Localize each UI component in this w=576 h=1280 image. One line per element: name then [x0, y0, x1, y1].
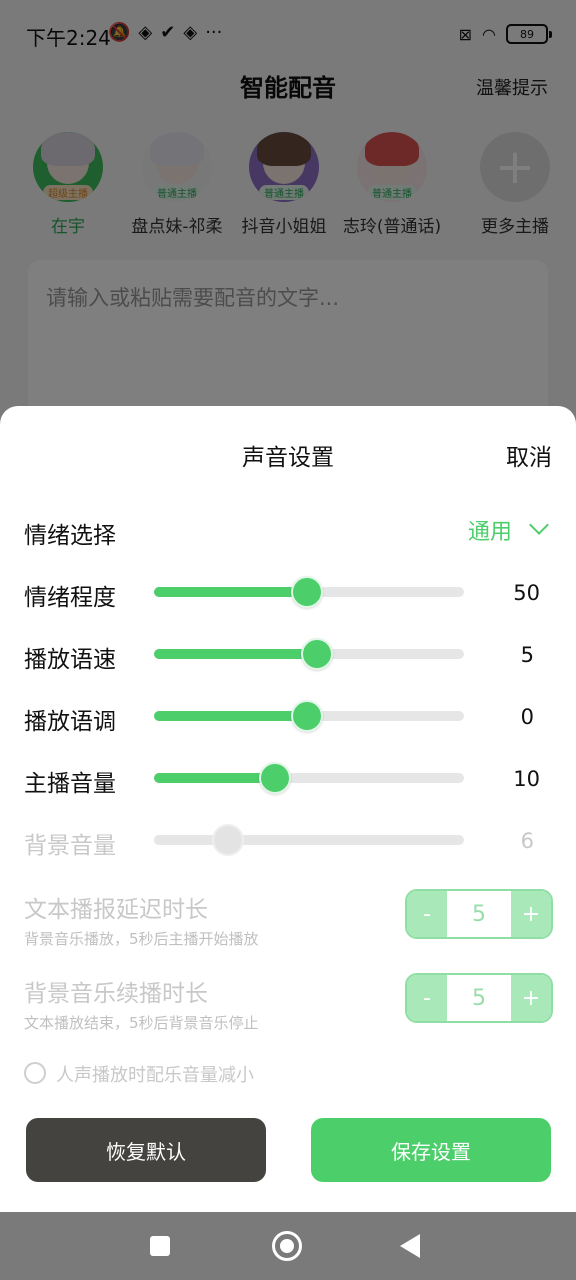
emotion-label: 情绪选择	[24, 523, 116, 549]
minus-button[interactable]: -	[407, 975, 447, 1021]
reset-default-button[interactable]: 恢复默认	[26, 1118, 266, 1182]
duck-music-radio[interactable]	[24, 1062, 46, 1084]
pitch-slider[interactable]	[154, 700, 464, 732]
slider-label: 主播音量	[24, 771, 116, 797]
bg-volume-slider	[154, 824, 464, 856]
slider-label: 情绪程度	[24, 585, 116, 611]
slider-value: 6	[520, 829, 534, 853]
slider-value: 0	[520, 705, 534, 729]
slider-label: 背景音量	[24, 833, 116, 859]
voice-settings-sheet: 声音设置 取消 情绪选择 通用 情绪程度 50 播放语速 5 播放语调 0 主播…	[0, 406, 576, 1212]
slider-label: 播放语速	[24, 647, 116, 673]
plus-button[interactable]: +	[511, 975, 551, 1021]
stepper-label: 文本播报延迟时长	[24, 897, 208, 923]
continue-stepper: - 5 +	[405, 973, 553, 1023]
stepper-sublabel: 文本播放结束，5秒后背景音乐停止	[24, 1014, 259, 1032]
cancel-button[interactable]: 取消	[506, 438, 552, 472]
recents-icon[interactable]	[150, 1236, 170, 1256]
speed-slider[interactable]	[154, 638, 464, 670]
back-icon[interactable]	[400, 1234, 420, 1258]
slider-value: 10	[513, 767, 540, 791]
anchor-volume-slider[interactable]	[154, 762, 464, 794]
slider-label: 播放语调	[24, 709, 116, 735]
save-settings-button[interactable]: 保存设置	[311, 1118, 551, 1182]
stepper-sublabel: 背景音乐播放，5秒后主播开始播放	[24, 930, 259, 948]
stepper-value[interactable]: 5	[447, 975, 511, 1021]
slider-thumb[interactable]	[291, 576, 323, 608]
system-nav-bar	[0, 1212, 576, 1280]
minus-button[interactable]: -	[407, 891, 447, 937]
stepper-value[interactable]: 5	[447, 891, 511, 937]
emotion-select[interactable]: 通用	[468, 514, 512, 546]
slider-thumb[interactable]	[291, 700, 323, 732]
sheet-title: 声音设置	[242, 445, 334, 471]
delay-stepper: - 5 +	[405, 889, 553, 939]
slider-value: 5	[520, 643, 534, 667]
home-icon[interactable]	[272, 1231, 302, 1261]
plus-button[interactable]: +	[511, 891, 551, 937]
slider-thumb	[212, 824, 244, 856]
slider-value: 50	[513, 581, 540, 605]
slider-thumb[interactable]	[301, 638, 333, 670]
chevron-down-icon[interactable]	[529, 515, 549, 535]
stepper-label: 背景音乐续播时长	[24, 981, 208, 1007]
duck-music-label[interactable]: 人声播放时配乐音量减小	[56, 1061, 254, 1087]
slider-thumb[interactable]	[259, 762, 291, 794]
emotion-degree-slider[interactable]	[154, 576, 464, 608]
